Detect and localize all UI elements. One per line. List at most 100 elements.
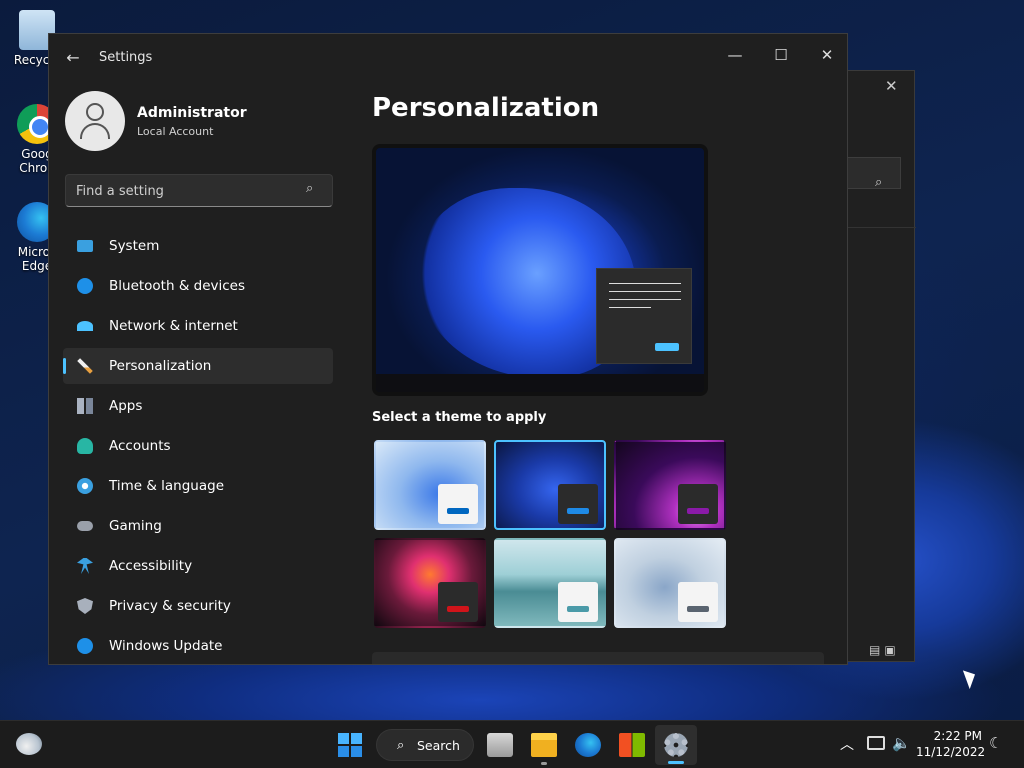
theme-flow[interactable] bbox=[614, 538, 726, 628]
sidebar-item-windows-update[interactable]: Windows Update bbox=[63, 628, 333, 664]
shield-icon bbox=[77, 598, 93, 614]
sidebar-item-label: Apps bbox=[109, 398, 143, 414]
file-explorer-icon[interactable] bbox=[531, 733, 557, 757]
background-window[interactable]: ✕ ⌕ ▤▣ bbox=[840, 70, 916, 662]
theme-sunrise[interactable] bbox=[494, 538, 606, 628]
sidebar-item-label: System bbox=[109, 238, 160, 254]
theme-swatch bbox=[438, 484, 478, 524]
edge-icon[interactable] bbox=[575, 733, 601, 757]
task-view-icon[interactable] bbox=[487, 733, 513, 757]
monitor-icon bbox=[77, 240, 93, 252]
sidebar-item-accounts[interactable]: Accounts bbox=[63, 428, 333, 464]
sidebar-item-gaming[interactable]: Gaming bbox=[63, 508, 333, 544]
search-input[interactable] bbox=[76, 182, 296, 200]
focus-assist-icon[interactable]: ☾ bbox=[989, 734, 1002, 752]
avatar[interactable] bbox=[65, 91, 125, 151]
minimize-button[interactable]: — bbox=[715, 40, 755, 70]
sidebar-item-apps[interactable]: Apps bbox=[63, 388, 333, 424]
close-button[interactable]: ✕ bbox=[807, 40, 847, 70]
account-type: Local Account bbox=[137, 125, 214, 138]
sidebar-item-label: Gaming bbox=[109, 518, 162, 534]
theme-swatch bbox=[558, 484, 598, 524]
sidebar-item-system[interactable]: System bbox=[63, 228, 333, 264]
accent-bar bbox=[447, 606, 469, 612]
taskbar-search-button[interactable]: ⌕ Search bbox=[376, 729, 474, 761]
preview-accent-button bbox=[655, 343, 679, 351]
accent-bar bbox=[567, 508, 589, 514]
update-icon bbox=[77, 638, 93, 654]
apps-icon bbox=[77, 398, 93, 414]
settings-window: ← Settings — ☐ ✕ Administrator Local Acc… bbox=[48, 33, 848, 665]
accent-bar bbox=[567, 606, 589, 612]
sidebar-item-label: Time & language bbox=[109, 478, 225, 494]
search-icon: ⌕ bbox=[875, 175, 883, 190]
find-setting-search[interactable]: ⌕ bbox=[65, 174, 333, 207]
clock-date[interactable]: 11/12/2022 bbox=[916, 745, 985, 759]
preview-line bbox=[609, 283, 681, 284]
maximize-button[interactable]: ☐ bbox=[761, 40, 801, 70]
theme-swatch bbox=[438, 582, 478, 622]
sidebar-item-personalization[interactable]: Personalization bbox=[63, 348, 333, 384]
theme-glow[interactable] bbox=[614, 440, 726, 530]
back-arrow-icon[interactable]: ← bbox=[63, 48, 83, 68]
running-indicator bbox=[541, 762, 547, 765]
taskbar: ⌕ Search ︿ 🔈 2:22 PM 11/12/2022 ☾ bbox=[0, 720, 1024, 768]
sidebar-item-bluetooth[interactable]: Bluetooth & devices bbox=[63, 268, 333, 304]
window-title: Settings bbox=[99, 50, 153, 65]
microsoft-store-icon[interactable] bbox=[619, 733, 645, 757]
gamepad-icon bbox=[77, 521, 93, 531]
preview-window bbox=[596, 268, 692, 364]
taskbar-search-label: Search bbox=[417, 738, 460, 753]
title-bar[interactable]: ← Settings — ☐ ✕ bbox=[49, 34, 847, 82]
sidebar-item-label: Personalization bbox=[109, 358, 212, 374]
start-button[interactable] bbox=[338, 733, 362, 757]
background-search-box[interactable] bbox=[841, 157, 901, 189]
sidebar-item-privacy-security[interactable]: Privacy & security bbox=[63, 588, 333, 624]
divider bbox=[841, 227, 916, 228]
sidebar-item-label: Accounts bbox=[109, 438, 171, 454]
sidebar-item-label: Network & internet bbox=[109, 318, 238, 334]
theme-preview bbox=[372, 144, 708, 396]
volume-icon[interactable]: 🔈 bbox=[892, 734, 911, 752]
theme-swatch bbox=[678, 582, 718, 622]
sidebar-item-accessibility[interactable]: Accessibility bbox=[63, 548, 333, 584]
theme-windows-light[interactable] bbox=[374, 440, 486, 530]
sidebar-item-label: Windows Update bbox=[109, 638, 223, 654]
accessibility-icon bbox=[77, 558, 93, 574]
theme-swatch bbox=[558, 582, 598, 622]
gear-icon bbox=[664, 733, 688, 757]
theme-captured-motion[interactable] bbox=[374, 538, 486, 628]
sidebar-item-label: Accessibility bbox=[109, 558, 193, 574]
bluetooth-icon bbox=[77, 278, 93, 294]
network-icon[interactable] bbox=[867, 736, 885, 750]
search-icon: ⌕ bbox=[397, 738, 405, 753]
avatar-body bbox=[80, 123, 110, 139]
preview-taskbar bbox=[376, 374, 704, 392]
wifi-icon bbox=[77, 321, 93, 331]
page-title: Personalization bbox=[372, 93, 600, 123]
taskbar-settings-app[interactable] bbox=[655, 725, 697, 765]
preview-line bbox=[609, 307, 651, 308]
sidebar-item-network[interactable]: Network & internet bbox=[63, 308, 333, 344]
theme-swatch bbox=[678, 484, 718, 524]
weather-widget-icon[interactable] bbox=[16, 733, 42, 755]
view-toggle-icon[interactable]: ▤▣ bbox=[869, 643, 900, 657]
sidebar-item-label: Privacy & security bbox=[109, 598, 231, 614]
user-name: Administrator bbox=[137, 105, 247, 121]
search-icon[interactable]: ⌕ bbox=[306, 181, 313, 196]
avatar-head bbox=[86, 103, 104, 121]
chevron-up-icon[interactable]: ︿ bbox=[840, 734, 854, 754]
active-indicator bbox=[668, 761, 684, 764]
clock-time[interactable]: 2:22 PM bbox=[924, 729, 982, 743]
brush-icon bbox=[77, 358, 93, 374]
sidebar-item-label: Bluetooth & devices bbox=[109, 278, 246, 294]
preview-line bbox=[609, 299, 681, 300]
next-section-card[interactable] bbox=[372, 652, 824, 664]
sidebar-item-time-language[interactable]: Time & language bbox=[63, 468, 333, 504]
preview-line bbox=[609, 291, 681, 292]
close-icon[interactable]: ✕ bbox=[885, 77, 898, 95]
accent-bar bbox=[687, 606, 709, 612]
theme-windows-dark[interactable] bbox=[494, 440, 606, 530]
accent-bar bbox=[687, 508, 709, 514]
person-icon bbox=[77, 438, 93, 454]
